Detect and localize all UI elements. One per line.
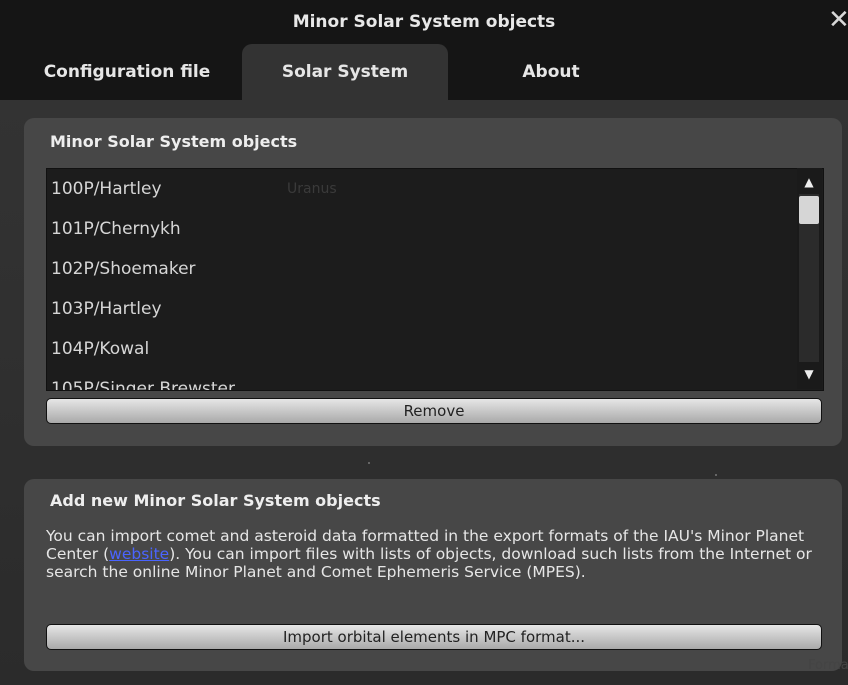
objects-group-title: Minor Solar System objects xyxy=(50,132,298,151)
remove-button[interactable]: Remove xyxy=(46,398,822,424)
objects-list[interactable]: Uranus 100P/Hartley 101P/Chernykh 102P/S… xyxy=(46,168,824,391)
tab-solar-system[interactable]: Solar System xyxy=(242,44,448,100)
website-link[interactable]: website xyxy=(109,545,169,563)
background-corner-text: Forma xyxy=(808,658,848,673)
scroll-up-icon[interactable]: ▲ xyxy=(801,174,817,190)
window-title: Minor Solar System objects xyxy=(292,12,556,32)
star-dot xyxy=(715,474,717,476)
list-scrollbar[interactable]: ▲ ▼ xyxy=(797,168,822,389)
tab-about[interactable]: About xyxy=(448,44,654,100)
list-item[interactable]: 102P/Shoemaker xyxy=(51,259,196,299)
list-item[interactable]: 104P/Kowal xyxy=(51,339,149,379)
add-description: You can import comet and asteroid data f… xyxy=(46,527,826,581)
list-item[interactable]: 100P/Hartley xyxy=(51,179,162,219)
scroll-down-icon[interactable]: ▼ xyxy=(801,366,817,382)
background-label: Uranus xyxy=(287,181,337,197)
star-dot xyxy=(368,462,370,464)
list-item[interactable]: 105P/Singer Brewster xyxy=(51,379,235,390)
import-mpc-button[interactable]: Import orbital elements in MPC format... xyxy=(46,624,822,650)
list-item[interactable]: 103P/Hartley xyxy=(51,299,162,339)
tab-configuration-file[interactable]: Configuration file xyxy=(24,44,230,100)
list-item[interactable]: 101P/Chernykh xyxy=(51,219,181,259)
title-bar: Minor Solar System objects ✕ Configurati… xyxy=(0,0,848,100)
add-group-title: Add new Minor Solar System objects xyxy=(50,491,381,510)
close-icon[interactable]: ✕ xyxy=(828,6,848,34)
scroll-thumb[interactable] xyxy=(799,196,819,224)
